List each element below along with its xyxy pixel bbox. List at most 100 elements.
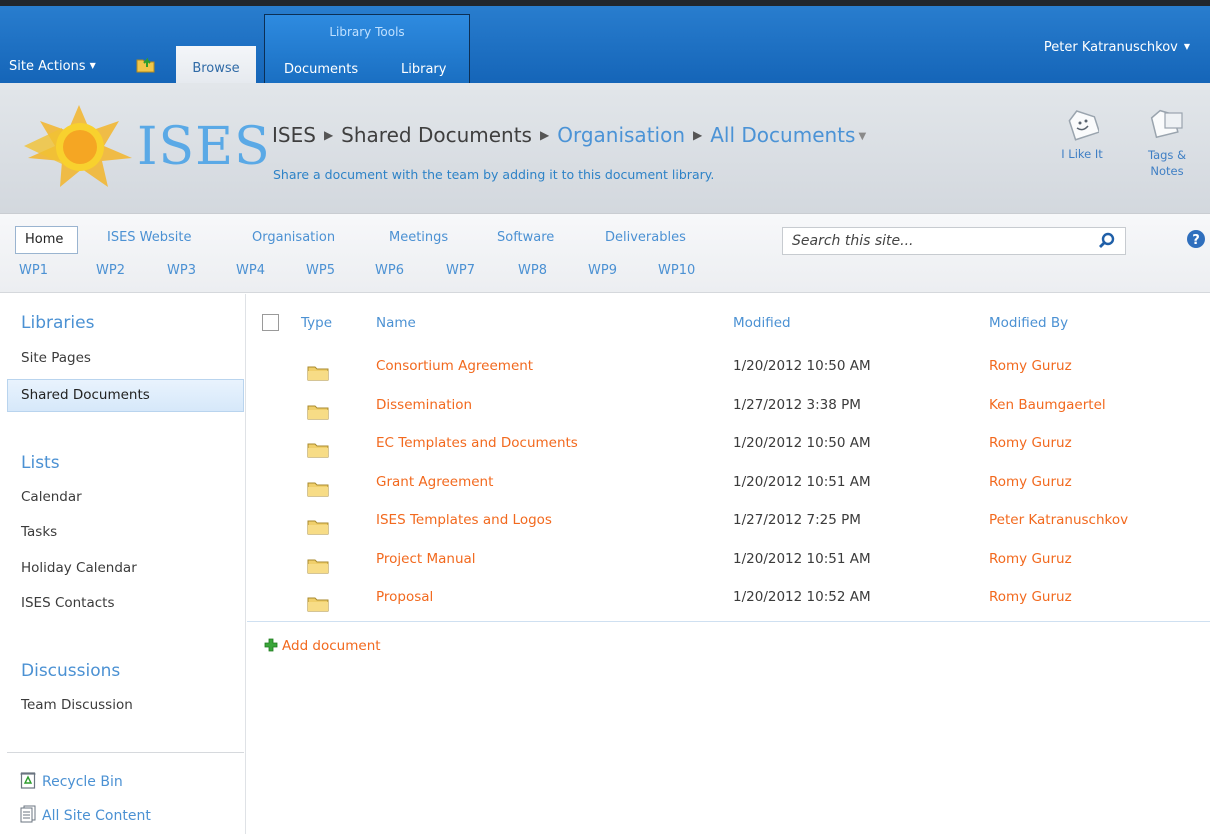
table-row[interactable]: Proposal 1/20/2012 10:52 AM Romy Guruz [247,580,1210,619]
tags-notes-label: Tags & Notes [1147,148,1187,178]
all-site-content-link[interactable]: All Site Content [20,805,151,824]
select-all-checkbox[interactable] [262,314,279,331]
search-box [782,227,1126,255]
breadcrumb-separator-icon: ▶ [539,128,550,142]
table-row[interactable]: EC Templates and Documents 1/20/2012 10:… [247,426,1210,465]
ql-item-site-pages[interactable]: Site Pages [21,350,91,366]
help-icon[interactable]: ? [1186,229,1206,249]
add-document-link[interactable]: Add document [264,638,381,654]
row-name[interactable]: Dissemination [376,397,472,413]
site-logo[interactable]: ISES [22,103,270,189]
ql-item-ises-contacts[interactable]: ISES Contacts [21,595,115,611]
row-modified-by[interactable]: Romy Guruz [989,474,1072,490]
table-row[interactable]: ISES Templates and Logos 1/27/2012 7:25 … [247,503,1210,542]
table-row[interactable]: Dissemination 1/27/2012 3:38 PM Ken Baum… [247,388,1210,427]
tab-documents[interactable]: Documents [284,62,358,77]
column-header-name[interactable]: Name [376,315,416,331]
row-name[interactable]: EC Templates and Documents [376,435,578,451]
chevron-down-icon[interactable]: ▼ [858,131,866,142]
tags-notes-button[interactable]: Tags & Notes [1128,107,1206,179]
like-tag-icon [1068,110,1099,141]
row-modified-by[interactable]: Romy Guruz [989,358,1072,374]
breadcrumb-folder[interactable]: Organisation [557,123,685,147]
ql-heading-discussions[interactable]: Discussions [21,661,120,681]
add-plus-icon [264,638,278,652]
ql-heading-libraries[interactable]: Libraries [21,313,94,333]
site-actions-menu[interactable]: Site Actions ▼ [9,59,96,74]
nav-wp4[interactable]: WP4 [236,263,265,278]
breadcrumb-view[interactable]: All Documents [710,123,855,147]
quick-launch: Libraries Site Pages Shared Documents Li… [0,294,246,834]
tags-notes-icon [1150,109,1183,139]
nav-wp2[interactable]: WP2 [96,263,125,278]
folder-icon [307,405,329,420]
row-name[interactable]: Consortium Agreement [376,358,533,374]
like-it-label: I Like It [1061,147,1103,161]
ql-divider [7,752,244,753]
nav-wp10[interactable]: WP10 [658,263,695,278]
row-modified-by[interactable]: Peter Katranuschkov [989,512,1128,528]
ql-item-tasks[interactable]: Tasks [21,524,57,540]
ql-item-calendar[interactable]: Calendar [21,489,82,505]
row-modified: 1/20/2012 10:50 AM [733,435,871,451]
nav-wp1[interactable]: WP1 [19,263,48,278]
column-header-modified-by[interactable]: Modified By [989,315,1068,331]
like-it-button[interactable]: I Like It [1053,107,1111,161]
chevron-down-icon: ▼ [89,61,96,70]
nav-wp6[interactable]: WP6 [375,263,404,278]
sun-logo-icon [24,105,132,187]
ql-item-shared-documents[interactable]: Shared Documents [7,379,244,412]
ql-item-holiday-calendar[interactable]: Holiday Calendar [21,560,137,576]
row-name[interactable]: ISES Templates and Logos [376,512,552,528]
ql-heading-lists[interactable]: Lists [21,453,60,473]
breadcrumb-separator-icon: ▶ [693,128,703,142]
nav-software[interactable]: Software [497,230,554,245]
row-name[interactable]: Grant Agreement [376,474,493,490]
search-input[interactable] [783,228,1083,254]
row-modified-by[interactable]: Romy Guruz [989,589,1072,605]
user-menu[interactable]: Peter Katranuschkov ▼ [1044,40,1190,55]
recycle-bin-icon [20,772,36,789]
breadcrumb-site[interactable]: ISES [272,123,316,147]
nav-wp3[interactable]: WP3 [167,263,196,278]
breadcrumb-library[interactable]: Shared Documents [341,123,532,147]
all-site-content-label: All Site Content [42,808,151,824]
search-icon[interactable] [1089,228,1125,254]
row-name[interactable]: Proposal [376,589,433,605]
all-site-content-icon [20,805,36,823]
table-row[interactable]: Consortium Agreement 1/20/2012 10:50 AM … [247,349,1210,388]
table-row[interactable]: Project Manual 1/20/2012 10:51 AM Romy G… [247,542,1210,581]
breadcrumb: ISES ▶ Shared Documents ▶ Organisation ▶ All D… [272,123,866,147]
add-document-label: Add document [282,638,381,654]
folder-icon [307,482,329,497]
row-modified: 1/20/2012 10:50 AM [733,358,871,374]
folder-icon [307,366,329,381]
folder-icon [307,559,329,574]
row-modified: 1/27/2012 7:25 PM [733,512,861,528]
nav-organisation[interactable]: Organisation [252,230,335,245]
row-modified-by[interactable]: Ken Baumgaertel [989,397,1106,413]
nav-wp8[interactable]: WP8 [518,263,547,278]
row-name[interactable]: Project Manual [376,551,476,567]
recycle-bin-link[interactable]: Recycle Bin [20,771,123,790]
row-modified-by[interactable]: Romy Guruz [989,551,1072,567]
column-header-modified[interactable]: Modified [733,315,791,331]
column-header-type[interactable]: Type [301,315,332,331]
nav-deliverables[interactable]: Deliverables [605,230,686,245]
nav-ises-website[interactable]: ISES Website [107,230,192,245]
breadcrumb-separator-icon: ▶ [323,128,334,142]
nav-meetings[interactable]: Meetings [389,230,448,245]
nav-home[interactable]: Home [15,226,78,254]
navigate-up-icon[interactable] [135,55,157,73]
nav-wp7[interactable]: WP7 [446,263,475,278]
nav-wp5[interactable]: WP5 [306,263,335,278]
folder-icon [307,597,329,612]
tab-browse[interactable]: Browse [176,46,256,83]
ql-item-team-discussion[interactable]: Team Discussion [21,697,133,713]
title-area: ISES ISES ▶ Shared Documents ▶ Organisation ▶… [0,83,1210,213]
nav-wp9[interactable]: WP9 [588,263,617,278]
window-top-edge [0,0,1210,6]
tab-library[interactable]: Library [401,62,446,77]
table-row[interactable]: Grant Agreement 1/20/2012 10:51 AM Romy … [247,465,1210,504]
row-modified-by[interactable]: Romy Guruz [989,435,1072,451]
